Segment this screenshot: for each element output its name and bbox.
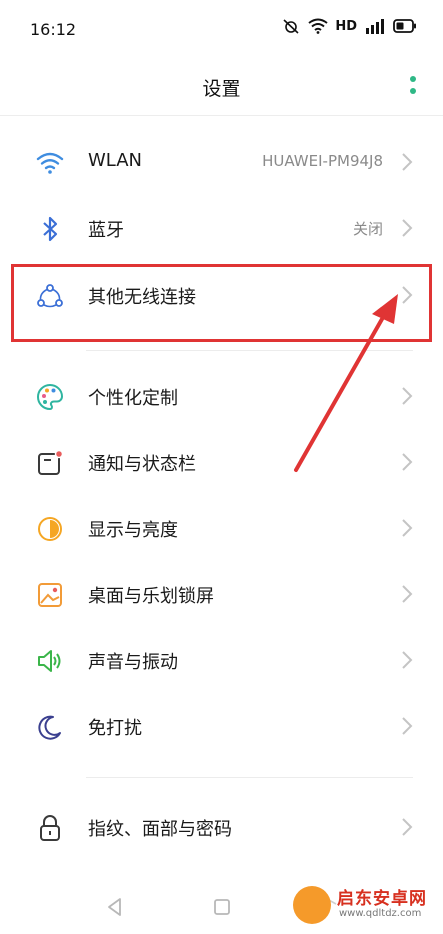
lock-icon [40, 815, 60, 841]
settings-item-label: WLAN [88, 150, 143, 171]
settings-item-display[interactable]: 显示与亮度 [0, 496, 443, 562]
settings-item-label: 显示与亮度 [88, 520, 178, 541]
settings-item-wlan[interactable]: WLAN HUAWEI-PM94J8 [0, 130, 443, 196]
settings-item-label: 免打扰 [88, 718, 142, 739]
moon-icon [38, 715, 61, 740]
chevron-right-icon [402, 387, 413, 405]
status-bar: 16:12 HD [0, 0, 443, 60]
wallpaper-icon [38, 583, 62, 607]
settings-item-label: 通知与状态栏 [88, 454, 196, 475]
back-icon[interactable] [104, 896, 126, 918]
alarm-muted-icon [283, 19, 299, 34]
settings-item-label: 个性化定制 [88, 388, 178, 409]
settings-item-label: 声音与振动 [88, 652, 178, 673]
settings-item-value: HUAWEI-PM94J8 [262, 152, 383, 170]
more-vertical-icon[interactable] [407, 74, 419, 98]
chevron-right-icon [402, 453, 413, 471]
group-divider [86, 777, 413, 778]
watermark-title: 启东安卓网 [337, 889, 427, 909]
settings-item-label: 桌面与乐划锁屏 [88, 586, 214, 607]
status-time: 16:12 [30, 20, 77, 39]
signal-4g-icon [366, 19, 384, 34]
bluetooth-icon [43, 216, 58, 242]
watermark-url: www.qdltdz.com [339, 908, 422, 919]
settings-item-personalize[interactable]: 个性化定制 [0, 364, 443, 430]
header-divider [0, 115, 443, 116]
chevron-right-icon [402, 219, 413, 237]
group-divider [86, 350, 413, 351]
wifi-icon [36, 152, 64, 174]
chevron-right-icon [402, 717, 413, 735]
wifi-status-icon [308, 18, 328, 34]
home-icon[interactable] [211, 896, 233, 918]
settings-item-wallpaper[interactable]: 桌面与乐划锁屏 [0, 562, 443, 628]
notification-icon [38, 449, 64, 475]
settings-item-bluetooth[interactable]: 蓝牙 关闭 [0, 196, 443, 262]
chevron-right-icon [402, 585, 413, 603]
settings-item-value: 关闭 [352, 220, 383, 238]
settings-item-security[interactable]: 指纹、面部与密码 [0, 795, 443, 861]
palette-icon [37, 383, 64, 411]
status-icons: HD [281, 18, 417, 34]
hd-icon: HD [335, 18, 357, 34]
watermark-logo-icon [293, 886, 331, 924]
chevron-right-icon [402, 651, 413, 669]
settings-item-notification[interactable]: 通知与状态栏 [0, 430, 443, 496]
settings-item-sound[interactable]: 声音与振动 [0, 628, 443, 694]
page-title: 设置 [202, 78, 241, 100]
chevron-right-icon [402, 153, 413, 171]
chevron-right-icon [402, 818, 413, 836]
brightness-icon [38, 517, 62, 541]
watermark: 启东安卓网 www.qdltdz.com [293, 882, 437, 928]
title-bar: 设置 [0, 60, 443, 116]
battery-icon [393, 19, 416, 33]
highlight-box [11, 264, 432, 342]
speaker-icon [38, 650, 61, 672]
settings-item-label: 蓝牙 [88, 220, 124, 241]
settings-item-dnd[interactable]: 免打扰 [0, 694, 443, 760]
chevron-right-icon [402, 519, 413, 537]
settings-item-label: 指纹、面部与密码 [88, 819, 232, 840]
